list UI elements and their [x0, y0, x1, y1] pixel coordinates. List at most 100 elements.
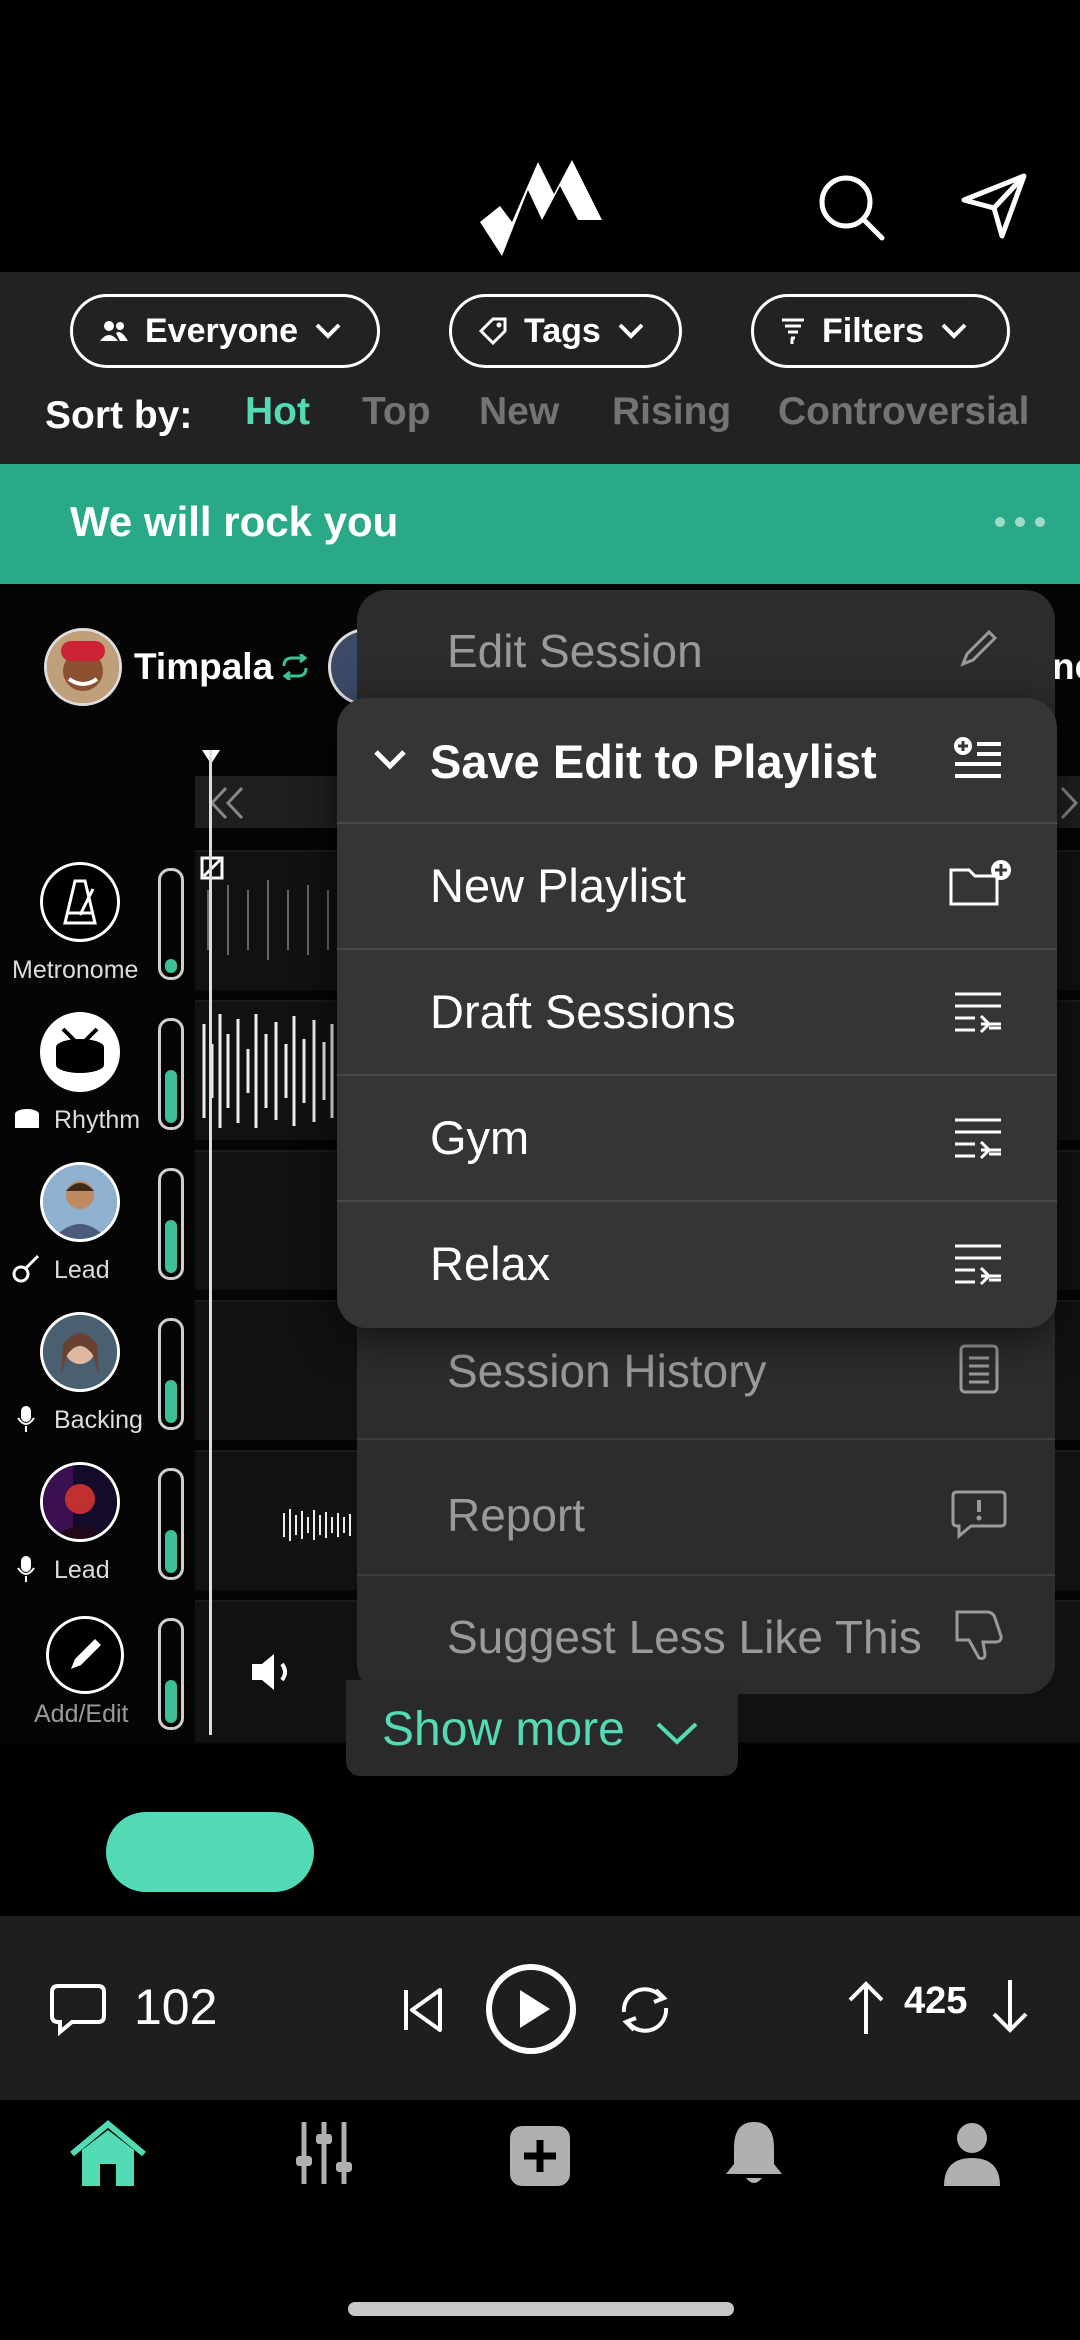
- level-meter-fill: [165, 958, 177, 973]
- loop-icon[interactable]: [612, 1982, 678, 2038]
- lead-2-waveform: [283, 1509, 351, 1541]
- upvote-icon[interactable]: [846, 1978, 886, 2036]
- chevron-down-icon: [618, 323, 644, 339]
- playlist-add-icon: [954, 737, 1001, 778]
- sort-option-hot[interactable]: Hot: [245, 390, 310, 434]
- playlist-draft-sessions[interactable]: Draft Sessions: [430, 984, 736, 1039]
- level-meter-lead-2[interactable]: [158, 1468, 184, 1580]
- microphone-icon: [17, 1556, 35, 1582]
- chevron-down-icon: [315, 323, 341, 339]
- previous-icon[interactable]: [400, 1986, 446, 2034]
- level-meter-fill: [165, 1529, 177, 1573]
- track-label-lead: Lead: [54, 1256, 110, 1284]
- mixer-icon[interactable]: [292, 2118, 356, 2188]
- session-banner[interactable]: We will rock you: [0, 464, 1080, 584]
- notifications-icon[interactable]: [720, 2118, 788, 2190]
- people-icon: [100, 321, 128, 341]
- sort-option-top[interactable]: Top: [362, 390, 431, 434]
- thumbs-down-icon: [955, 1610, 1003, 1660]
- rewind-chevrons-icon[interactable]: [208, 786, 248, 820]
- player-bar: 102 425: [0, 1916, 1080, 2100]
- more-options-icon[interactable]: [994, 512, 1046, 532]
- save-to-playlist-submenu: Save Edit to Playlist New Playlist Draft…: [337, 698, 1057, 1328]
- guitar-icon: [12, 1254, 40, 1283]
- comment-icon[interactable]: [50, 1982, 106, 2036]
- menu-item-session-history[interactable]: Session History: [447, 1344, 767, 1398]
- menu-item-report[interactable]: Report: [447, 1488, 585, 1542]
- volume-icon[interactable]: [248, 1650, 296, 1694]
- creator-name[interactable]: Timpala: [134, 646, 273, 688]
- level-meter-add[interactable]: [158, 1618, 184, 1730]
- playlist-new[interactable]: New Playlist: [430, 858, 686, 913]
- metronome-icon[interactable]: [40, 862, 120, 942]
- report-icon: [951, 1490, 1007, 1540]
- collaborator-name-partial: ne: [1052, 646, 1080, 687]
- level-meter-backing[interactable]: [158, 1318, 184, 1430]
- track-label-backing: Backing: [54, 1406, 143, 1434]
- funnel-icon: [782, 318, 804, 344]
- add-edit-icon[interactable]: [46, 1616, 124, 1694]
- play-icon[interactable]: [484, 1962, 578, 2056]
- chevron-down-icon[interactable]: [373, 748, 407, 772]
- level-meter-fill: [165, 1679, 177, 1723]
- sort-option-new[interactable]: New: [479, 390, 559, 434]
- track-label-rhythm: Rhythm: [54, 1106, 141, 1134]
- track-label-add-edit: Add/Edit: [34, 1700, 129, 1728]
- app-logo: [480, 160, 602, 256]
- filter-bar: Everyone Tags Filters Sort by: Hot Top N…: [0, 272, 1080, 464]
- pencil-icon: [960, 629, 998, 667]
- menu-item-suggest-less[interactable]: Suggest Less Like This: [447, 1610, 922, 1664]
- remix-icon: [282, 654, 308, 680]
- filters-label: Filters: [822, 311, 925, 350]
- forward-chevron-icon[interactable]: [1058, 786, 1080, 820]
- level-meter-rhythm[interactable]: [158, 1018, 184, 1130]
- show-more-label: Show more: [382, 1703, 625, 1756]
- microphone-icon: [17, 1406, 35, 1432]
- session-title: We will rock you: [70, 498, 399, 545]
- comment-count: 102: [134, 1979, 218, 2035]
- creator-avatar[interactable]: [44, 628, 122, 706]
- submenu-title[interactable]: Save Edit to Playlist: [430, 734, 877, 789]
- level-meter-fill: [165, 1070, 177, 1123]
- vote-count: 425: [904, 1980, 968, 2022]
- playlist-icon: [955, 1118, 1001, 1160]
- playhead[interactable]: [209, 750, 212, 1735]
- sort-option-rising[interactable]: Rising: [612, 390, 731, 434]
- drum-small-icon: [15, 1109, 39, 1128]
- profile-icon[interactable]: [940, 2120, 1004, 2188]
- track-label-lead-2: Lead: [54, 1556, 110, 1584]
- backing-player-avatar[interactable]: [40, 1312, 120, 1392]
- tags-filter-button[interactable]: Tags: [449, 294, 682, 368]
- record-button[interactable]: [106, 1812, 314, 1892]
- sort-option-controversial[interactable]: Controversial: [778, 390, 1029, 434]
- create-icon[interactable]: [508, 2124, 572, 2188]
- audience-filter-label: Everyone: [145, 311, 299, 350]
- playlist-gym[interactable]: Gym: [430, 1110, 529, 1165]
- chevron-down-icon: [941, 323, 967, 339]
- track-label-metronome: Metronome: [12, 956, 139, 984]
- playlist-icon: [955, 1244, 1001, 1286]
- chevron-down-icon: [656, 1722, 698, 1745]
- search-icon[interactable]: [816, 172, 888, 244]
- filters-button[interactable]: Filters: [751, 294, 1010, 368]
- lead-player-avatar[interactable]: [40, 1162, 120, 1242]
- level-meter-fill: [165, 1379, 177, 1423]
- sort-by-label: Sort by:: [45, 394, 193, 437]
- send-icon[interactable]: [958, 170, 1030, 242]
- show-more-button[interactable]: Show more: [346, 1680, 738, 1776]
- tags-filter-label: Tags: [524, 311, 601, 350]
- rhythm-waveform: [202, 1014, 334, 1128]
- tag-icon: [478, 317, 507, 346]
- audience-filter-button[interactable]: Everyone: [70, 294, 380, 368]
- document-icon: [959, 1344, 999, 1394]
- loop-marker-icon[interactable]: [200, 856, 224, 880]
- playlist-relax[interactable]: Relax: [430, 1236, 550, 1291]
- home-indicator: [348, 2302, 734, 2316]
- downvote-icon[interactable]: [990, 1978, 1030, 2036]
- level-meter-lead[interactable]: [158, 1168, 184, 1280]
- home-icon[interactable]: [68, 2120, 148, 2190]
- level-meter-metronome[interactable]: [158, 868, 184, 980]
- lead-2-player-avatar[interactable]: [40, 1462, 120, 1542]
- drum-icon[interactable]: [40, 1012, 120, 1092]
- menu-item-edit-session[interactable]: Edit Session: [447, 624, 703, 678]
